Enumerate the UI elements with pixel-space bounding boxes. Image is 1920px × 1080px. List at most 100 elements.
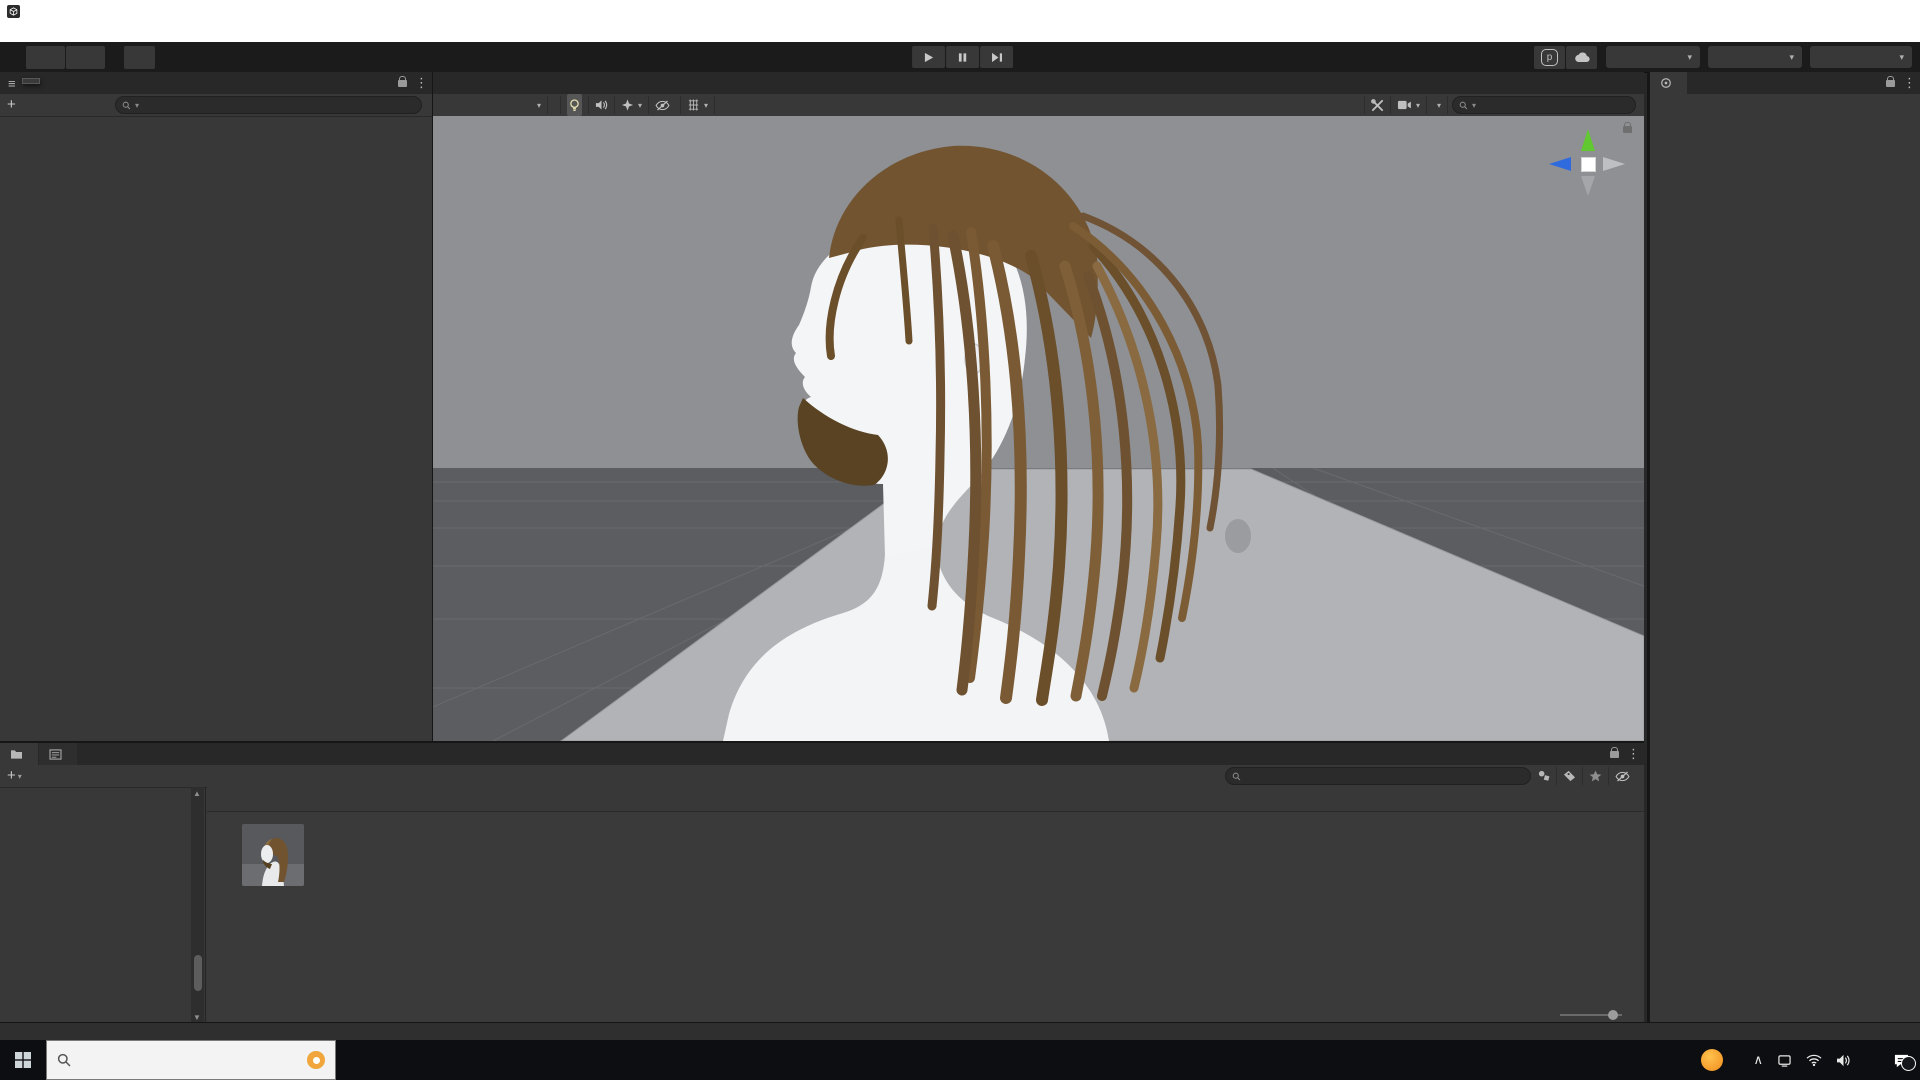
taskbar-search-input[interactable] <box>46 1040 336 1080</box>
lightbulb-icon <box>567 94 582 116</box>
search-highlight-icon <box>307 1051 325 1069</box>
menu-bar <box>0 22 1920 42</box>
eye-off-icon <box>655 99 670 111</box>
project-lock-icon[interactable] <box>1610 746 1619 758</box>
windows-taskbar: ∧ <box>0 1040 1920 1080</box>
axis-x-cone[interactable] <box>1603 157 1625 171</box>
project-visibility-toggle[interactable] <box>1609 767 1640 785</box>
unity-app-icon <box>7 4 20 18</box>
orientation-toggle-button[interactable] <box>66 45 105 69</box>
layers-dropdown[interactable]: ▾ <box>1708 46 1802 68</box>
hierarchy-lock-icon[interactable] <box>398 75 407 87</box>
scroll-down-arrow[interactable]: ▼ <box>191 1013 203 1022</box>
console-icon <box>49 748 62 760</box>
inspector-body <box>1650 94 1920 1022</box>
project-tree-scrollbar[interactable]: ▲ ▼ <box>191 787 204 1024</box>
start-button[interactable] <box>0 1040 46 1080</box>
play-controls <box>912 46 1014 68</box>
scene-tools-button[interactable] <box>1363 96 1391 114</box>
scene-viewport[interactable] <box>433 116 1644 741</box>
project-create-button[interactable]: + <box>7 767 16 784</box>
zoom-slider-thumb[interactable] <box>1608 1010 1618 1020</box>
project-search-input[interactable] <box>1225 767 1531 785</box>
hierarchy-pane-menu-icon[interactable]: ≡ <box>8 76 16 91</box>
unity-status-bar <box>0 1022 1920 1041</box>
favorites-button[interactable] <box>1583 767 1609 785</box>
scrollbar-thumb[interactable] <box>193 955 202 991</box>
layout-dropdown[interactable]: ▾ <box>1810 46 1912 68</box>
volume-icon[interactable] <box>1836 1054 1851 1067</box>
inspector-panel: ⋮ <box>1647 72 1920 1022</box>
weather-sun-icon[interactable] <box>1701 1049 1724 1071</box>
cloud-icon <box>1574 51 1590 62</box>
gizmos-dropdown[interactable]: ▾ <box>1427 96 1448 114</box>
wrench-icon <box>1371 98 1384 111</box>
scene-search-input[interactable]: ▾ <box>1452 96 1636 114</box>
globe-icon <box>74 50 90 64</box>
camera-icon <box>1397 100 1411 110</box>
cloud-button[interactable] <box>1566 45 1597 69</box>
gizmo-lock-icon[interactable] <box>1623 122 1632 133</box>
action-center-icon[interactable] <box>1893 1053 1916 1071</box>
scene-view-toolbar: ▾ ▾ ▾ ▾ ▾ ▾ <box>433 94 1644 117</box>
2d-toggle-button[interactable] <box>548 96 561 114</box>
scene-visibility-toggle[interactable] <box>649 96 682 114</box>
step-button[interactable] <box>980 46 1014 68</box>
project-kebab-icon[interactable]: ⋮ <box>1627 746 1640 762</box>
project-folder-tree: ▲ ▼ <box>0 787 206 1024</box>
eye-off-icon <box>1615 770 1630 782</box>
tab-console[interactable] <box>39 743 77 765</box>
hierarchy-panel: ≡ ⋮ + ▾ <box>0 72 433 741</box>
asset-thumbnail <box>242 824 304 886</box>
windows-logo-icon <box>15 1052 31 1068</box>
grid-icon <box>688 99 699 111</box>
play-button[interactable] <box>912 46 946 68</box>
grid-snap-button[interactable] <box>124 45 155 69</box>
axis-z-cone[interactable] <box>1549 157 1571 171</box>
inspector-icon <box>1661 78 1671 88</box>
search-by-label-button[interactable] <box>1557 767 1583 785</box>
search-icon <box>1232 772 1241 780</box>
project-folder-icon <box>11 749 22 759</box>
axis-down-cone[interactable] <box>1581 176 1595 196</box>
scene-camera-dropdown[interactable]: ▾ <box>1391 96 1427 114</box>
hierarchy-create-button[interactable]: + <box>7 96 16 113</box>
minimize-button[interactable] <box>1782 0 1828 22</box>
scene-effects-dropdown[interactable]: ▾ <box>615 96 650 114</box>
cast-device-icon[interactable] <box>1777 1054 1792 1067</box>
search-icon <box>57 1053 71 1067</box>
close-button[interactable] <box>1874 0 1920 22</box>
plastic-scm-button[interactable]: p <box>1534 45 1565 69</box>
orientation-gizmo[interactable] <box>1536 116 1636 231</box>
gizmo-center-cube[interactable] <box>1581 157 1596 172</box>
tab-project[interactable] <box>0 743 38 765</box>
notification-badge <box>1901 1055 1916 1071</box>
pivot-toggle-button[interactable] <box>26 45 65 69</box>
scene-audio-toggle[interactable] <box>589 96 615 114</box>
inspector-lock-icon[interactable] <box>1886 75 1895 87</box>
search-icon <box>122 101 131 109</box>
plastic-scm-icon: p <box>1541 48 1558 66</box>
asset-hair56[interactable] <box>235 824 311 890</box>
project-create-caret[interactable]: ▾ <box>18 772 22 781</box>
scene-grid-dropdown[interactable]: ▾ <box>681 96 716 114</box>
pause-button[interactable] <box>946 46 980 68</box>
account-dropdown[interactable]: ▾ <box>1606 46 1700 68</box>
hierarchy-kebab-icon[interactable]: ⋮ <box>415 75 428 91</box>
maximize-button[interactable] <box>1828 0 1874 22</box>
thumbnail-zoom-slider[interactable] <box>1560 1010 1622 1020</box>
axis-y-cone[interactable] <box>1581 129 1595 151</box>
inspector-kebab-icon[interactable]: ⋮ <box>1903 75 1916 91</box>
search-by-type-button[interactable] <box>1531 767 1557 785</box>
scene-lighting-toggle[interactable] <box>561 94 589 116</box>
effects-icon <box>621 99 634 111</box>
shading-mode-dropdown[interactable]: ▾ <box>437 96 548 114</box>
move-tool-tooltip <box>22 78 40 84</box>
tab-inspector[interactable] <box>1650 72 1687 94</box>
pivot-center-icon <box>34 50 50 64</box>
hierarchy-search-input[interactable]: ▾ <box>115 96 422 114</box>
tray-chevron-icon[interactable]: ∧ <box>1753 1052 1763 1068</box>
project-content-area <box>207 787 1644 1024</box>
scroll-up-arrow[interactable]: ▲ <box>191 789 203 798</box>
wifi-icon[interactable] <box>1806 1054 1822 1066</box>
